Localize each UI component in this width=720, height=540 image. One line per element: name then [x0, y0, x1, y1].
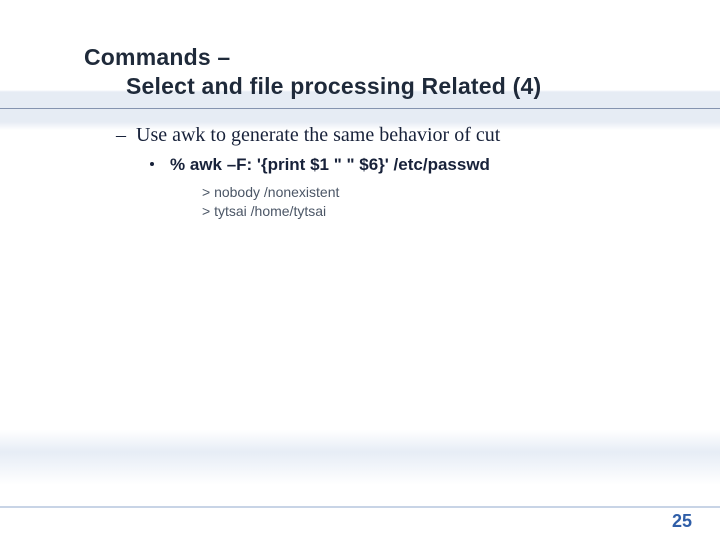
- page-number: 25: [672, 511, 692, 532]
- slide-body: – Use awk to generate the same behavior …: [116, 118, 670, 221]
- dot-icon: [150, 162, 154, 166]
- decorative-band: [0, 430, 720, 485]
- bullet-level-1: – Use awk to generate the same behavior …: [116, 124, 670, 147]
- output-line: nobody /nonexistent: [202, 183, 670, 202]
- dash-icon: –: [116, 124, 126, 147]
- bullet-1-text: Use awk to generate the same behavior of…: [136, 124, 500, 146]
- slide-title: Commands – Select and file processing Re…: [84, 44, 680, 100]
- bullet-level-2: % awk –F: '{print $1 " " $6}' /etc/passw…: [150, 155, 670, 175]
- title-line-2: Select and file processing Related (4): [126, 73, 680, 100]
- title-line-1: Commands –: [84, 44, 680, 71]
- title-underline: [0, 108, 720, 109]
- slide: Commands – Select and file processing Re…: [0, 0, 720, 540]
- command-text: % awk –F: '{print $1 " " $6}' /etc/passw…: [170, 155, 490, 174]
- output-line: tytsai /home/tytsai: [202, 202, 670, 221]
- footer-rule: [0, 506, 720, 508]
- command-output: nobody /nonexistent tytsai /home/tytsai: [202, 183, 670, 221]
